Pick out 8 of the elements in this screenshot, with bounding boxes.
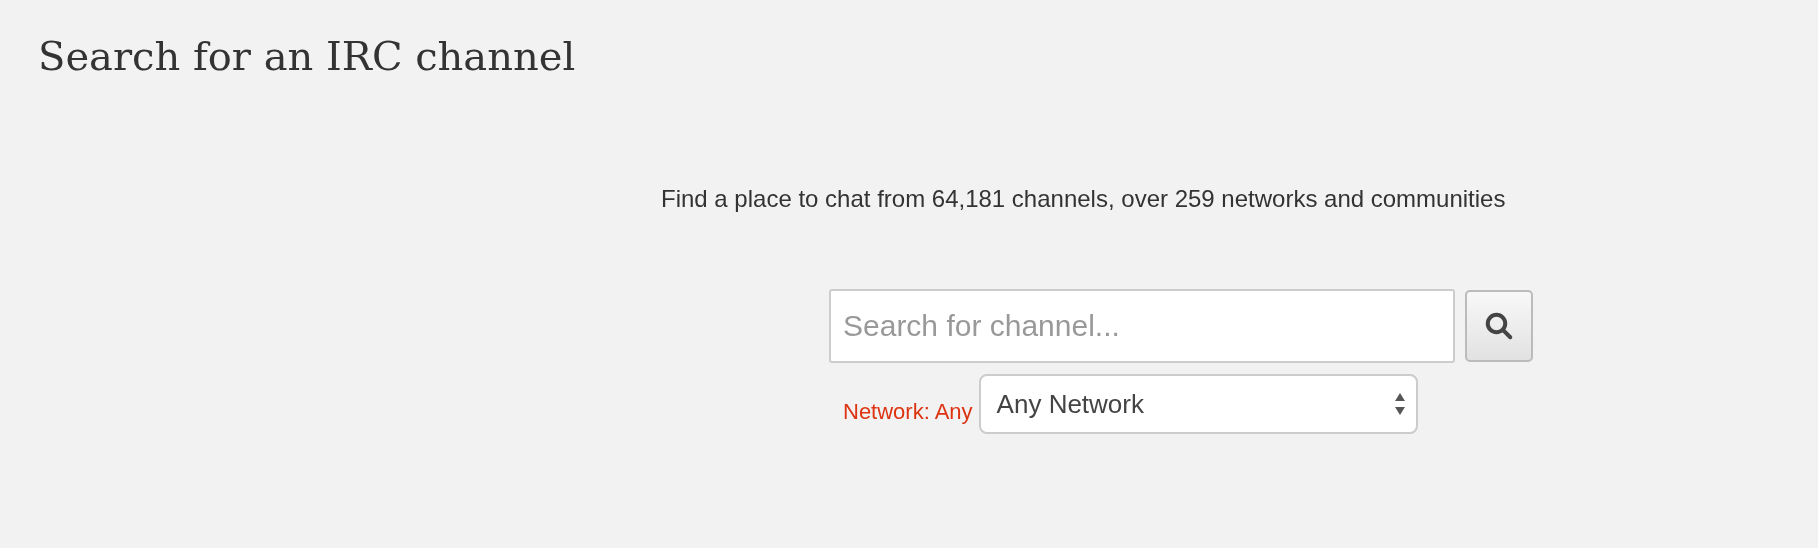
page-title: Search for an IRC channel <box>38 32 576 81</box>
sort-arrows-icon <box>1393 391 1406 417</box>
network-select[interactable]: Any Network <box>978 374 1418 434</box>
search-button[interactable] <box>1465 290 1533 362</box>
search-field[interactable]: Search for channel... <box>829 289 1455 363</box>
network-label: Network: Any <box>843 397 973 426</box>
subtitle: Find a place to chat from 64,181 channels, over 259 networks and communities <box>661 184 1506 214</box>
search-icon <box>1484 311 1514 341</box>
